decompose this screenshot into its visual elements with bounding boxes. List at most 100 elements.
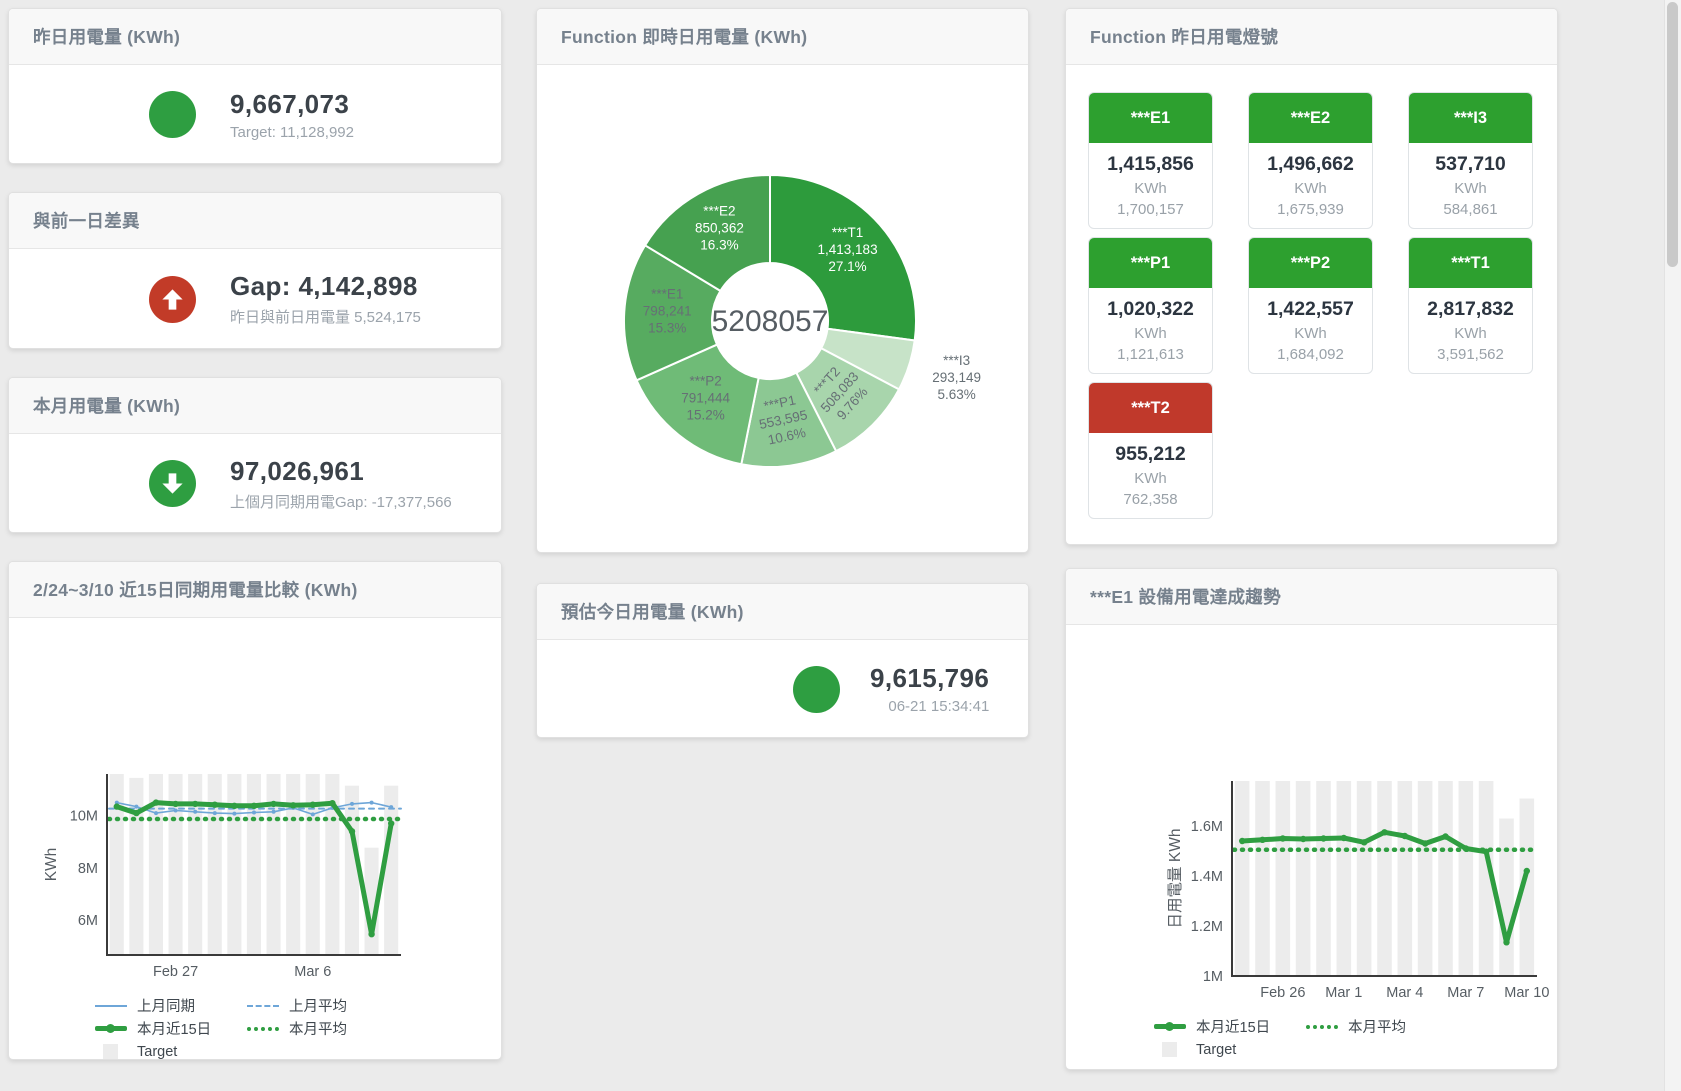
card-15day-compare-chart: 2/24~3/10 近15日同期用電量比較 (KWh) 6M8M10MFeb 2… (8, 561, 502, 1060)
y-tick-label: 1.6M (1190, 819, 1222, 835)
e1-trend-chart-canvas[interactable]: 1M1.2M1.4M1.6MFeb 26Mar 1Mar 4Mar 7Mar 1… (1072, 777, 1552, 1007)
donut-chart-canvas[interactable]: ***T11,413,18327.1%***I3293,1495.63%***T… (538, 65, 1028, 543)
data-point[interactable] (1422, 840, 1428, 846)
data-point[interactable] (231, 803, 237, 809)
data-point[interactable] (1401, 833, 1407, 839)
data-point[interactable] (1442, 833, 1448, 839)
y-axis-title: KWh (43, 848, 60, 882)
data-point[interactable] (389, 805, 393, 809)
data-point[interactable] (1279, 835, 1285, 841)
data-point[interactable] (368, 931, 374, 937)
data-point[interactable] (1320, 835, 1326, 841)
data-point[interactable] (114, 803, 120, 809)
title-text: ***E1 設備用電達成趨勢 (1090, 584, 1281, 609)
legend-item-thick[interactable]: 本月近15日 (95, 1017, 247, 1040)
tile-label: ***T2 (1089, 383, 1212, 433)
card-yesterday-usage: 昨日用電量 (KWh) 9,667,073 Target: 11,128,992 (8, 8, 502, 164)
data-point[interactable] (270, 801, 276, 807)
data-point[interactable] (172, 801, 178, 807)
data-point[interactable] (272, 810, 276, 814)
data-point[interactable] (1340, 835, 1346, 841)
data-point[interactable] (311, 812, 315, 816)
legend-item-dotted[interactable]: 本月平均 (247, 1017, 399, 1040)
data-point[interactable] (1381, 829, 1387, 835)
data-point[interactable] (1523, 868, 1529, 874)
card-status-lights: Function 昨日用電燈號 ***E11,415,856KWh1,700,1… (1065, 8, 1558, 545)
tile-unit: KWh (1089, 470, 1212, 487)
data-point[interactable] (1300, 836, 1306, 842)
data-point[interactable] (252, 811, 256, 815)
card-estimate-today: 預估今日用電量 (KWh) 9,615,796 06-21 15:34:41 (536, 583, 1029, 738)
tile-unit: KWh (1249, 180, 1372, 197)
data-point[interactable] (1239, 838, 1245, 844)
tile-value: 1,496,662 (1249, 153, 1372, 176)
legend-item-dotted[interactable]: 本月平均 (1306, 1015, 1458, 1038)
data-point[interactable] (388, 820, 394, 826)
target-bar (1438, 781, 1453, 976)
card-title-gap: 與前一日差異 (9, 193, 501, 249)
legend-label: 上月同期 (137, 995, 195, 1016)
target-bar (1377, 781, 1392, 976)
tile-unit: KWh (1089, 325, 1212, 342)
compare-chart-canvas[interactable]: 6M8M10MFeb 27Mar 6KWh (20, 770, 490, 986)
data-point[interactable] (350, 802, 354, 806)
status-circle-green-icon (793, 666, 840, 713)
up-arrow-icon (149, 276, 196, 323)
legend-item-thick[interactable]: 本月近15日 (1154, 1015, 1306, 1038)
data-point[interactable] (174, 809, 178, 813)
data-point[interactable] (1483, 849, 1489, 855)
tile-label: ***P1 (1089, 238, 1212, 288)
x-tick-label: Mar 1 (1325, 985, 1362, 1001)
data-point[interactable] (290, 802, 296, 808)
kpi-value: 97,026,961 (230, 456, 452, 487)
legend-item-box[interactable]: Target (1154, 1038, 1306, 1061)
data-point[interactable] (232, 812, 236, 816)
legend-marker-icon (95, 1005, 127, 1007)
y-axis-title: 日用電量 KWh (1167, 829, 1184, 929)
data-point[interactable] (134, 805, 138, 809)
tile-value: 1,020,322 (1089, 298, 1212, 321)
data-point[interactable] (193, 810, 197, 814)
kpi-value: 9,615,796 (870, 663, 989, 694)
scrollbar-thumb[interactable] (1667, 2, 1678, 267)
target-bar (1295, 781, 1310, 976)
title-text: 與前一日差異 (33, 208, 140, 233)
target-bar (1316, 781, 1331, 976)
data-point[interactable] (370, 801, 374, 805)
tile-target-value: 1,684,092 (1249, 346, 1372, 363)
legend-label: 本月平均 (1348, 1016, 1406, 1037)
x-tick-label: Mar 6 (294, 964, 331, 980)
data-point[interactable] (192, 801, 198, 807)
legend-label: 本月近15日 (137, 1018, 211, 1039)
scrollbar[interactable] (1664, 0, 1681, 1091)
target-bar (384, 786, 398, 955)
data-point[interactable] (349, 828, 355, 834)
data-point[interactable] (1503, 939, 1509, 945)
legend-item-line[interactable]: 上月同期 (95, 994, 247, 1017)
e1-trend-chart-area[interactable]: 1M1.2M1.4M1.6MFeb 26Mar 1Mar 4Mar 7Mar 1… (1066, 777, 1557, 1007)
kpi-subtitle: 上個月同期用電Gap: -17,377,566 (230, 491, 452, 512)
status-tile-e2: ***E21,496,662KWh1,675,939 (1248, 92, 1373, 229)
data-point[interactable] (1462, 845, 1468, 851)
data-point[interactable] (154, 811, 158, 815)
data-point[interactable] (212, 802, 218, 808)
data-point[interactable] (1259, 837, 1265, 843)
card-title-realtime: Function 即時日用電量 (KWh) (537, 9, 1028, 65)
data-point[interactable] (153, 799, 159, 805)
legend-item-dashed[interactable]: 上月平均 (247, 994, 399, 1017)
card-title-e1trend: ***E1 設備用電達成趨勢 (1066, 569, 1557, 625)
tile-label: ***P2 (1249, 238, 1372, 288)
data-point[interactable] (329, 800, 335, 806)
donut-chart-area[interactable]: ***T11,413,18327.1%***I3293,1495.63%***T… (537, 65, 1028, 543)
legend-item-box[interactable]: Target (95, 1040, 247, 1060)
data-point[interactable] (1361, 839, 1367, 845)
compare-chart-area[interactable]: 6M8M10MFeb 27Mar 6KWh (9, 770, 501, 986)
data-point[interactable] (310, 802, 316, 808)
card-day-gap: 與前一日差異 Gap: 4,142,898 昨日與前日用電量 5,524,175 (8, 192, 502, 349)
data-point[interactable] (133, 810, 139, 816)
data-point[interactable] (213, 811, 217, 815)
target-bar (247, 774, 261, 955)
data-point[interactable] (251, 803, 257, 809)
status-tile-e1: ***E11,415,856KWh1,700,157 (1088, 92, 1213, 229)
compare-chart-legend: 上月同期 上月平均本月近15日 本月平均Target (95, 994, 435, 1060)
